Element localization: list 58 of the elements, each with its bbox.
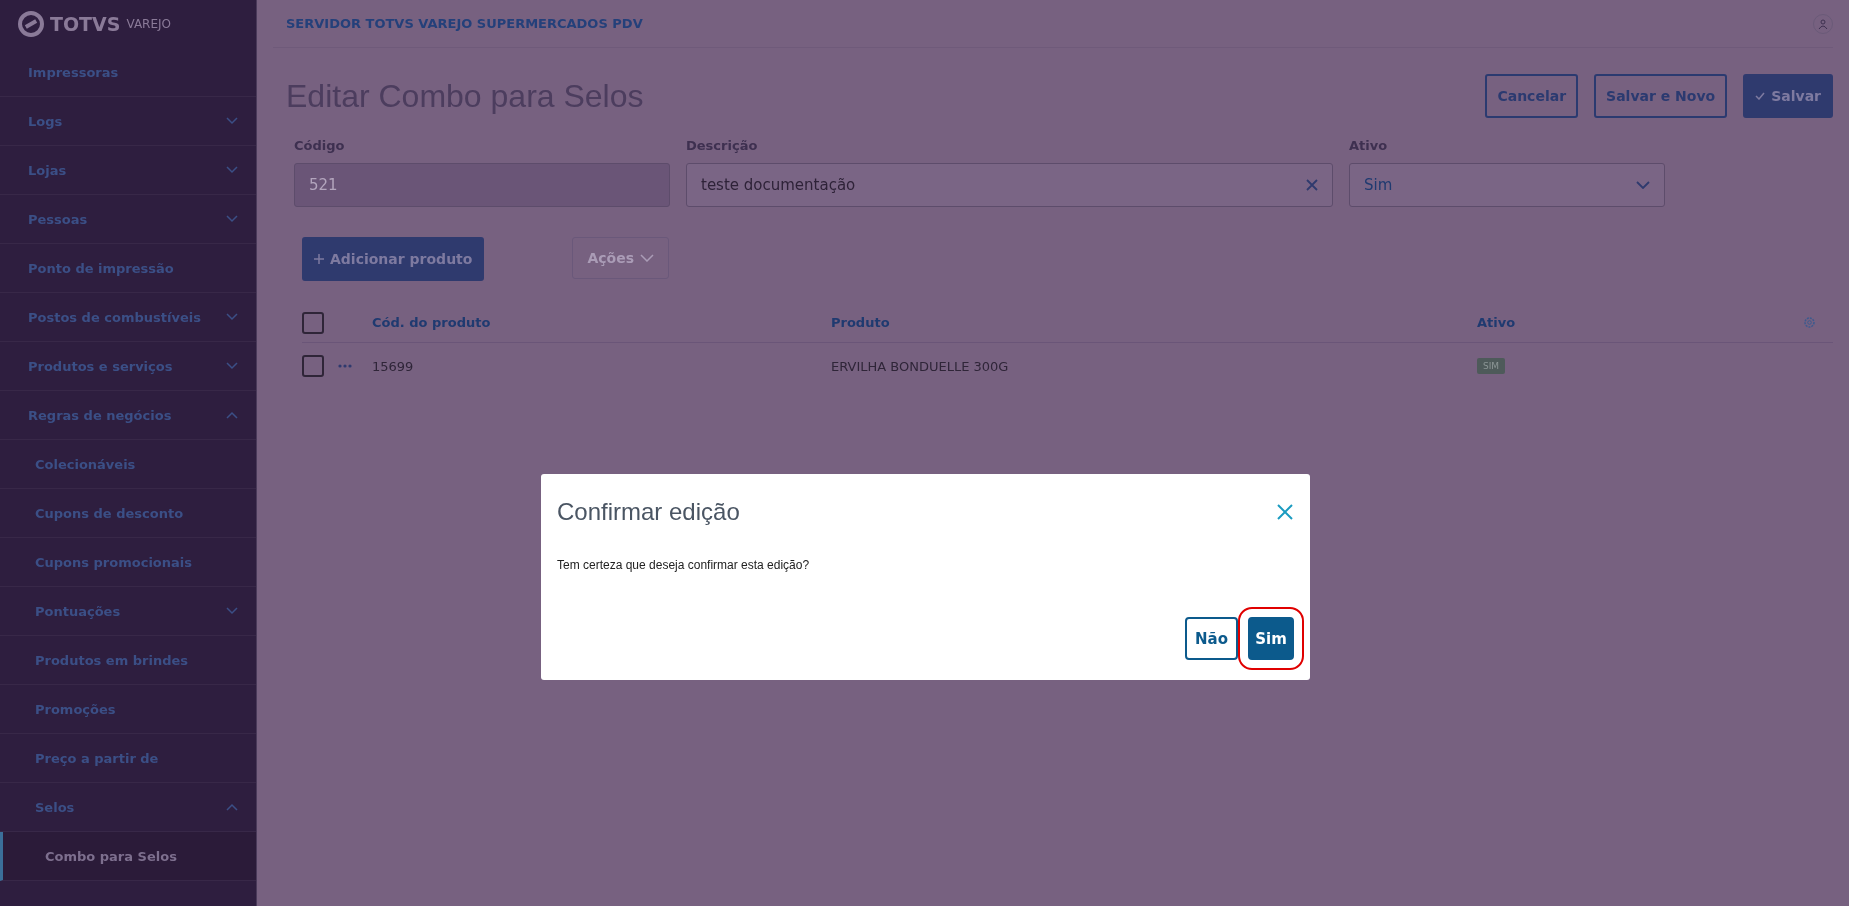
brand-name: TOTVS [50, 13, 121, 35]
input-field: 521 [294, 163, 670, 207]
sidebar-item[interactable]: Ponto de impressão [0, 244, 256, 293]
save-button[interactable]: Salvar [1743, 74, 1833, 118]
action-button[interactable]: Cancelar [1485, 74, 1579, 118]
field-label: Código [294, 138, 346, 153]
sidebar-item[interactable]: Promoções [0, 685, 256, 734]
input-field[interactable]: teste documentação [686, 163, 1333, 207]
status-tag: SIM [1477, 358, 1506, 374]
action-button[interactable]: Salvar e Novo [1594, 74, 1728, 118]
chevron-up-icon [226, 803, 238, 811]
chevron-down-icon [226, 607, 238, 615]
chevron-down-icon [1636, 181, 1650, 189]
chevron-down-icon [226, 362, 238, 370]
select-all-checkbox[interactable] [302, 311, 324, 334]
column-header: Ativo [1477, 315, 1517, 330]
column-header: Cód. do produto [372, 315, 492, 330]
chevron-down-icon [226, 215, 238, 223]
sidebar-item[interactable]: Impressoras [0, 48, 256, 97]
chevron-down-icon [226, 166, 238, 174]
sidebar-item[interactable]: Cupons de desconto [0, 489, 256, 538]
sidebar-item[interactable]: Preço a partir de [0, 734, 256, 783]
settings-icon [1803, 316, 1816, 329]
sidebar-item[interactable]: Pessoas [0, 195, 256, 244]
sidebar-item[interactable]: Produtos em brindes [0, 636, 256, 685]
table-cell-text: 15699 [372, 358, 415, 374]
field-label: Ativo [1349, 138, 1389, 153]
chevron-up-icon [226, 411, 238, 419]
close-icon[interactable] [1276, 503, 1294, 521]
select-field[interactable]: Sim [1349, 163, 1665, 207]
chevron-down-icon [640, 254, 654, 262]
column-header: Produto [831, 315, 891, 330]
dialog-message: Tem certeza que deseja confirmar esta edição? [557, 558, 811, 572]
product-name: VAREJO [126, 17, 172, 31]
plus-icon [314, 254, 324, 264]
sidebar-item[interactable]: Colecionáveis [0, 440, 256, 489]
cancel-button[interactable]: Não [1185, 617, 1238, 660]
sidebar-item[interactable]: Lojas [0, 146, 256, 195]
chevron-down-icon [226, 313, 238, 321]
user-icon [1818, 18, 1828, 29]
sidebar-item[interactable]: Combo para Selos [0, 832, 256, 881]
add-product-button[interactable]: Adicionar produto [302, 237, 485, 281]
sidebar-item[interactable]: Cupons promocionais [0, 538, 256, 587]
check-icon [1755, 92, 1766, 100]
sidebar-item[interactable]: Produtos e serviços [0, 342, 256, 391]
sidebar-item[interactable]: Postos de combustíveis [0, 293, 256, 342]
chevron-down-icon [226, 117, 238, 125]
table-cell-text: ERVILHA BONDUELLE 300G [831, 358, 1010, 374]
dialog-title: Confirmar edição [557, 498, 740, 526]
sidebar-item[interactable]: Pontuações [0, 587, 256, 636]
sidebar-item[interactable]: Regras de negócios [0, 391, 256, 440]
close-icon [1306, 179, 1318, 191]
sidebar-item[interactable]: Logs [0, 97, 256, 146]
logo-icon [18, 11, 44, 37]
server-name: SERVIDOR TOTVS VAREJO SUPERMERCADOS PDV [286, 16, 643, 31]
more-icon [338, 364, 352, 368]
row-checkbox[interactable] [302, 355, 324, 377]
field-label: Descrição [686, 138, 759, 153]
